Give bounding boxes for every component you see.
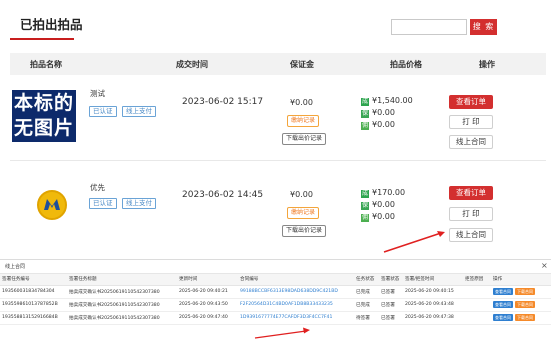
contract-number-link[interactable]: 99188BCCBF6313E98DAD638DD9C421BD [238,285,354,299]
contract-col-header: 签署任务标题 [67,274,177,286]
sign-status: 已签署 [379,298,403,312]
contract-number-link[interactable]: F2F20564D31C4BD0AF1DB8B33433235 [238,298,354,312]
item-logo-icon [37,190,67,220]
row-divider [10,160,546,161]
task-status: 已完成 [354,285,379,299]
price-deposit: 保 ¥0.00 [361,200,395,210]
contract-col-header: 签署任务编号 [0,274,67,286]
tag-online-pay: 线上支付 [122,198,156,209]
table-row: 193560031834784304 拍卖成交确认书20250619110542… [0,285,551,299]
contract-col-header: 拒签原因 [463,274,491,286]
task-title: 拍卖成交确认书20250619110542307380 [67,285,177,299]
tag-verified: 已认证 [89,106,117,117]
download-bid-record-button[interactable]: 下载出价记录 [282,133,327,145]
contract-col-header: 签署/拒签时间 [403,274,463,286]
reject-reason [463,285,491,299]
sign-time: 2025-06-20 09:43:48 [403,298,463,312]
print-button[interactable]: 打 印 [449,207,493,221]
table-header [10,53,546,75]
price-deposit: 保 ¥0.00 [361,108,395,118]
deposit-record-button[interactable]: 缴纳记录 [287,207,320,219]
sign-status: 已签署 [379,285,403,299]
col-header-ops: 操作 [479,60,495,69]
contract-col-header: 操作 [491,274,551,286]
update-time: 2025-06-20 09:43:50 [177,298,238,312]
table-row: 193559861013787852B 拍卖成交确认书2025061911054… [0,298,551,312]
col-header-deposit: 保证金 [290,60,314,69]
item-name: 测试 [90,89,105,98]
deposit-amount: ¥0.00 [290,98,313,107]
tag-verified: 已认证 [89,198,117,209]
page-title: 已拍出拍品 [20,17,83,32]
view-contract-button[interactable]: 查看合同 [493,314,513,321]
col-header-price: 拍品价格 [390,60,422,69]
task-title: 拍卖成交确认书20250619110542307380 [67,298,177,312]
print-button[interactable]: 打 印 [449,115,493,129]
task-id: 193560031834784304 [0,285,67,299]
contract-modal-header [0,259,551,274]
view-order-button[interactable]: 查看订单 [449,186,493,200]
view-contract-button[interactable]: 查看合同 [493,301,513,308]
price-commission: 佣 ¥0.00 [361,120,395,130]
contract-col-header: 签署状态 [379,274,403,286]
price-commission: 佣 ¥0.00 [361,212,395,222]
close-icon[interactable]: × [541,261,548,270]
deposit-record-button[interactable]: 缴纳记录 [287,115,320,127]
deposit-amount: ¥0.00 [290,190,313,199]
reject-reason [463,311,491,325]
task-title: 拍卖成交确认书20250619110542307380 [67,311,177,325]
item-name: 优先 [90,183,105,192]
contract-modal-title: 线上合同 [5,264,26,270]
row-actions: 查看合同 下载合同 [491,298,551,312]
col-header-name: 拍品名称 [30,60,62,69]
price-deal: 成 ¥1,540.00 [361,96,413,106]
task-status: 已完成 [354,298,379,312]
online-contract-button[interactable]: 线上合同 [449,135,493,149]
update-time: 2025-06-20 09:40:21 [177,285,238,299]
task-id: 193558813152916684B [0,311,67,325]
price-deal: 成 ¥170.00 [361,188,406,198]
title-underline [10,38,74,40]
contract-number-link[interactable]: 1D9391677774E77CAFDF3D3F4CC7F41 [238,311,354,325]
view-contract-button[interactable]: 查看合同 [493,288,513,295]
search-button[interactable]: 搜 索 [470,19,497,35]
search-input[interactable] [391,19,467,35]
download-contract-button[interactable]: 下载合同 [515,314,535,321]
download-bid-record-button[interactable]: 下载出价记录 [282,225,327,237]
row-actions: 查看合同 下载合同 [491,311,551,325]
sign-time: 2025-06-20 09:47:38 [403,311,463,325]
col-header-time: 成交时间 [176,60,208,69]
table-row: 193558813152916684B 拍卖成交确认书2025061911054… [0,311,551,325]
download-contract-button[interactable]: 下载合同 [515,288,535,295]
reject-reason [463,298,491,312]
sign-status: 已签署 [379,311,403,325]
deal-time: 2023-06-02 15:17 [182,97,264,107]
download-contract-button[interactable]: 下载合同 [515,301,535,308]
row-actions: 查看合同 下载合同 [491,285,551,299]
tag-online-pay: 线上支付 [122,106,156,117]
contract-col-header: 更新时间 [177,274,238,286]
sign-time: 2025-06-20 09:40:15 [403,285,463,299]
task-status: 待签署 [354,311,379,325]
deal-time: 2023-06-02 14:45 [182,190,264,200]
no-image-placeholder: 本标的 无图片 [12,90,76,142]
online-contract-button[interactable]: 线上合同 [449,228,493,242]
update-time: 2025-06-20 09:47:40 [177,311,238,325]
task-id: 193559861013787852B [0,298,67,312]
view-order-button[interactable]: 查看订单 [449,95,493,109]
contract-col-header: 合同编号 [238,274,354,286]
contract-col-header: 任务状态 [354,274,379,286]
contract-table: 签署任务编号 签署任务标题 更新时间 合同编号 任务状态 签署状态 签署/拒签时… [0,274,551,325]
